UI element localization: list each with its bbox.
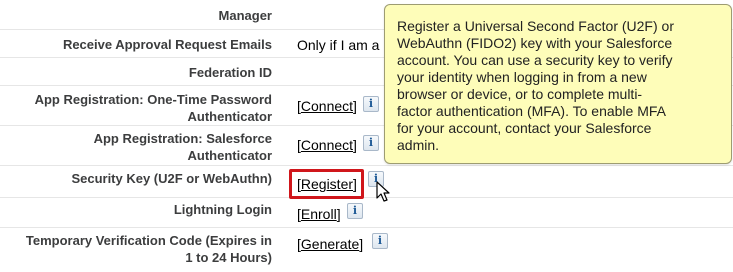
security-key-tooltip: Register a Universal Second Factor (U2F)… bbox=[384, 4, 732, 164]
tooltip-line-3: account. You can use a security key to v… bbox=[397, 52, 673, 68]
connect-salesforce-authenticator-link[interactable]: Connect bbox=[301, 137, 353, 153]
temp-verification-code-label-line2: 1 to 24 Hours) bbox=[185, 250, 272, 265]
tooltip-line-4: your identity when logging in from a new bbox=[397, 69, 647, 85]
manager-label: Manager bbox=[218, 8, 272, 23]
tooltip-line-6: factor authentication (MFA). To enable M… bbox=[397, 103, 666, 119]
lightning-login-row: Lightning Login [Enroll] i bbox=[0, 198, 733, 228]
otp-authenticator-label-line2: Authenticator bbox=[187, 109, 273, 124]
temp-verification-code-row: Temporary Verification Code (Expires in … bbox=[0, 228, 733, 272]
approval-emails-label: Receive Approval Request Emails bbox=[62, 37, 272, 52]
temp-verification-code-label-line1: Temporary Verification Code (Expires in bbox=[25, 233, 272, 248]
tooltip-line-8: admin. bbox=[397, 137, 440, 153]
lightning-login-label: Lightning Login bbox=[173, 202, 272, 217]
salesforce-authenticator-value: [Connect] bbox=[297, 137, 357, 153]
info-icon[interactable]: i bbox=[347, 203, 363, 219]
salesforce-authenticator-label: App Registration: Salesforce Authenticat… bbox=[0, 130, 282, 164]
info-icon[interactable]: i bbox=[372, 233, 388, 249]
temp-verification-code-label: Temporary Verification Code (Expires in … bbox=[0, 232, 282, 266]
salesforce-authenticator-label-line2: Authenticator bbox=[187, 148, 273, 163]
otp-authenticator-label: App Registration: One-Time Password Auth… bbox=[0, 91, 282, 125]
enroll-lightning-login-link[interactable]: Enroll bbox=[301, 206, 337, 222]
lightning-login-value: [Enroll] bbox=[297, 206, 341, 222]
tooltip-line-5: browser or device, or to complete multi- bbox=[397, 86, 643, 102]
info-icon[interactable]: i bbox=[363, 135, 379, 151]
connect-otp-link[interactable]: Connect bbox=[301, 98, 353, 114]
register-highlight bbox=[289, 169, 364, 199]
approval-emails-value: Only if I am a bbox=[297, 37, 380, 53]
salesforce-authenticator-label-line1: App Registration: Salesforce bbox=[93, 131, 272, 146]
tooltip-line-7: for your account, contact your Salesforc… bbox=[397, 120, 652, 136]
security-key-label: Security Key (U2F or WebAuthn) bbox=[71, 171, 272, 186]
security-key-row: Security Key (U2F or WebAuthn) [Register… bbox=[0, 166, 733, 198]
info-icon[interactable]: i bbox=[363, 96, 379, 112]
generate-verification-code-link[interactable]: Generate bbox=[301, 236, 359, 252]
tooltip-line-2: WebAuthn (FIDO2) key with your Salesforc… bbox=[397, 35, 673, 51]
temp-verification-code-value: [Generate] bbox=[297, 236, 364, 252]
federation-id-label: Federation ID bbox=[188, 65, 272, 80]
otp-authenticator-value: [Connect] bbox=[297, 98, 357, 114]
tooltip-line-1: Register a Universal Second Factor (U2F)… bbox=[397, 18, 674, 34]
otp-authenticator-label-line1: App Registration: One-Time Password bbox=[34, 92, 272, 107]
mouse-pointer-icon bbox=[376, 181, 390, 202]
